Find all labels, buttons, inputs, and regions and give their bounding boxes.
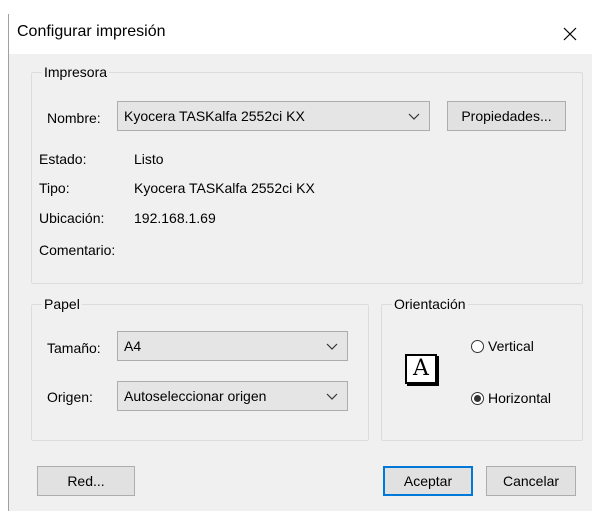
chevron-down-icon [408,113,420,120]
orientation-horizontal-label: Horizontal [488,390,552,406]
type-label: Tipo: [39,180,70,196]
paper-size-label: Tamaño: [47,340,101,356]
paper-size-select[interactable]: A4 [117,331,348,361]
paper-source-select[interactable]: Autoseleccionar origen [117,381,348,411]
orientation-vertical-radio[interactable]: Vertical [471,338,534,354]
orientation-horizontal-radio[interactable]: Horizontal [471,390,551,406]
printer-group-label: Impresora [42,64,110,80]
location-value: 192.168.1.69 [134,210,216,226]
orientation-vertical-label: Vertical [488,338,534,354]
title-bar: Configurar impresión [9,14,592,54]
location-label: Ubicación: [39,210,105,226]
print-setup-dialog: Configurar impresión Impresora Nombre: K… [8,14,592,511]
radio-checked-icon [471,391,484,405]
properties-button[interactable]: Propiedades... [447,101,566,131]
ok-button[interactable]: Aceptar [383,466,473,496]
paper-group: Papel [31,296,369,441]
paper-group-label: Papel [42,296,82,312]
paper-size-value: A4 [124,338,142,354]
type-value: Kyocera TASKalfa 2552ci KX [134,180,315,196]
network-button[interactable]: Red... [37,466,135,496]
background-window-edge [0,14,8,511]
status-value: Listo [134,151,164,167]
background-window-strip [0,0,592,15]
dialog-title: Configurar impresión [17,23,166,40]
close-icon [563,27,577,41]
close-button[interactable] [547,14,592,54]
orientation-group-label: Orientación [392,296,468,312]
orientation-preview-icon: A [405,354,439,386]
printer-name-label: Nombre: [47,110,101,126]
comment-label: Comentario: [39,242,116,258]
printer-name-value: Kyocera TASKalfa 2552ci KX [124,108,305,124]
paper-source-value: Autoseleccionar origen [124,388,267,404]
status-label: Estado: [39,151,87,167]
chevron-down-icon [326,393,338,400]
paper-source-label: Origen: [47,389,93,405]
printer-name-select[interactable]: Kyocera TASKalfa 2552ci KX [117,101,430,131]
cancel-button[interactable]: Cancelar [486,466,576,496]
chevron-down-icon [326,343,338,350]
radio-unchecked-icon [471,339,484,353]
